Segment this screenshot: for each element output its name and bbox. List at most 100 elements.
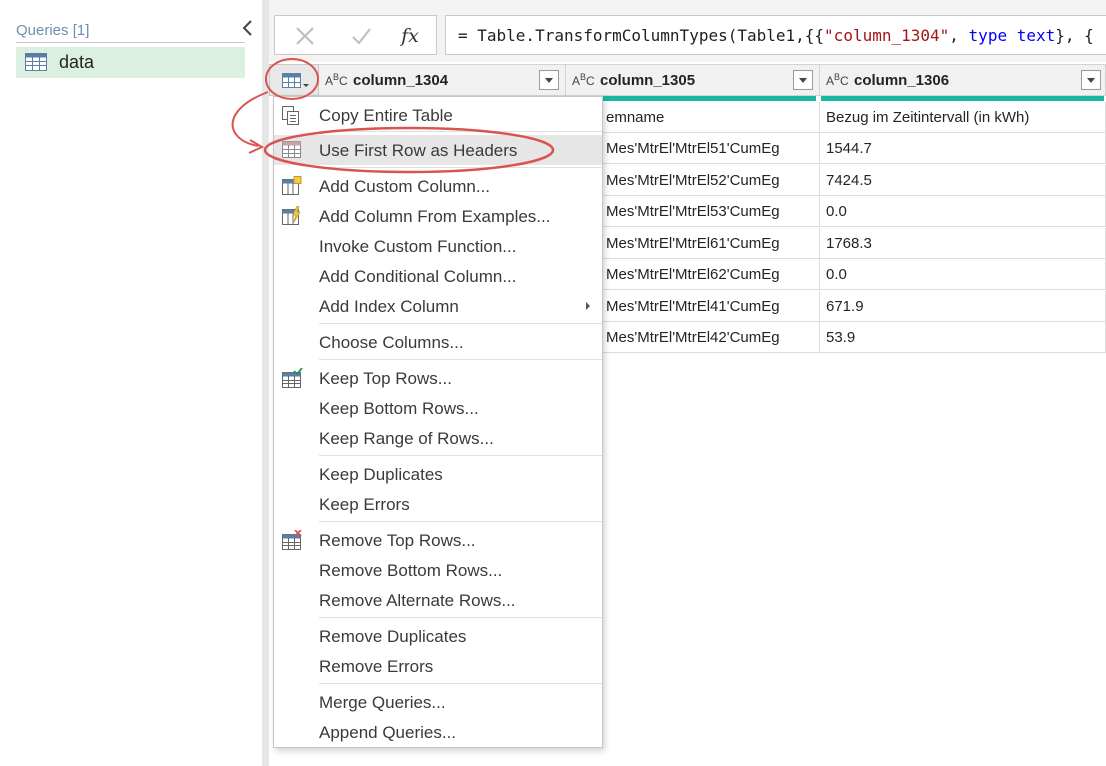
pane-splitter[interactable]: [262, 0, 269, 766]
menu-item-label: Remove Top Rows...: [319, 531, 476, 550]
menu-item-label: Invoke Custom Function...: [319, 237, 517, 256]
column-from-examples-icon: [282, 206, 301, 225]
menu-divider: [319, 617, 602, 618]
menu-item-use-first-row-as-headers[interactable]: Use First Row as Headers: [274, 135, 602, 165]
column-filter-dropdown[interactable]: [539, 70, 559, 90]
grid-cell[interactable]: Mes'MtrEl'MtrEl42'CumEg: [600, 322, 820, 353]
menu-item-remove-bottom-rows[interactable]: Remove Bottom Rows...: [274, 555, 602, 585]
column-filter-dropdown[interactable]: [1081, 70, 1101, 90]
menu-item-remove-top-rows[interactable]: Remove Top Rows...: [274, 525, 602, 555]
submenu-arrow-icon: [586, 302, 590, 310]
table-row[interactable]: Mes'MtrEl'MtrEl62'CumEg 0.0: [600, 259, 1106, 290]
menu-item-copy-entire-table[interactable]: Copy Entire Table: [274, 100, 602, 130]
grid-header: ABC column_1304 ABC column_1305 ABC colu…: [269, 64, 1106, 96]
grid-cell[interactable]: Mes'MtrEl'MtrEl61'CumEg: [600, 228, 820, 259]
menu-item-merge-queries[interactable]: Merge Queries...: [274, 687, 602, 717]
confirm-formula-button[interactable]: [341, 20, 381, 52]
menu-item-keep-errors[interactable]: Keep Errors: [274, 489, 602, 519]
menu-item-keep-bottom-rows[interactable]: Keep Bottom Rows...: [274, 393, 602, 423]
grid-cell[interactable]: Mes'MtrEl'MtrEl62'CumEg: [600, 259, 820, 290]
menu-item-label: Remove Alternate Rows...: [319, 591, 516, 610]
grid-cell[interactable]: 671.9: [820, 291, 1106, 322]
table-row[interactable]: Mes'MtrEl'MtrEl61'CumEg 1768.3: [600, 228, 1106, 259]
grid-cell[interactable]: 1544.7: [820, 133, 1106, 164]
table-row[interactable]: emname Bezug im Zeitintervall (in kWh): [600, 102, 1106, 133]
grid-cell[interactable]: emname: [600, 102, 820, 133]
table-menu-button[interactable]: [269, 64, 319, 96]
grid-cell[interactable]: Mes'MtrEl'MtrEl41'CumEg: [600, 291, 820, 322]
formula-text: = Table.TransformColumnTypes(Table1,{{"c…: [458, 26, 1094, 45]
queries-header: Queries [1]: [16, 22, 90, 39]
grid-cell[interactable]: 53.9: [820, 322, 1106, 353]
text-type-icon[interactable]: ABC: [325, 72, 348, 88]
menu-item-label: Add Custom Column...: [319, 177, 491, 196]
table-row[interactable]: Mes'MtrEl'MtrEl53'CumEg 0.0: [600, 196, 1106, 227]
table-row[interactable]: Mes'MtrEl'MtrEl51'CumEg 1544.7: [600, 133, 1106, 164]
query-item-data[interactable]: data: [16, 47, 245, 78]
column-header-1305[interactable]: ABC column_1305: [566, 64, 820, 96]
column-filter-dropdown[interactable]: [793, 70, 813, 90]
menu-item-label: Remove Errors: [319, 657, 434, 676]
menu-item-append-queries[interactable]: Append Queries...: [274, 717, 602, 747]
menu-item-add-index-column[interactable]: Add Index Column: [274, 291, 602, 321]
menu-item-label: Add Column From Examples...: [319, 207, 551, 226]
type-letter: A: [572, 74, 581, 88]
menu-item-add-column-from-examples[interactable]: Add Column From Examples...: [274, 201, 602, 231]
column-header-1306[interactable]: ABC column_1306: [820, 64, 1106, 96]
menu-item-remove-alternate-rows[interactable]: Remove Alternate Rows...: [274, 585, 602, 615]
column-header-1304[interactable]: ABC column_1304: [319, 64, 566, 96]
column-name: column_1306: [854, 72, 950, 89]
menu-item-label: Keep Bottom Rows...: [319, 399, 479, 418]
menu-item-label: Remove Duplicates: [319, 627, 467, 646]
grid-cell[interactable]: Mes'MtrEl'MtrEl51'CumEg: [600, 133, 820, 164]
grid-cell[interactable]: Mes'MtrEl'MtrEl53'CumEg: [600, 196, 820, 227]
grid-cell[interactable]: 0.0: [820, 196, 1106, 227]
type-letter: C: [840, 74, 849, 88]
menu-divider: [319, 167, 602, 168]
x-icon: [296, 27, 314, 45]
formula-segment: = Table.TransformColumnTypes(Table1,{{: [458, 26, 825, 45]
table-menu-icon: [282, 73, 309, 88]
menu-item-keep-top-rows[interactable]: Keep Top Rows...: [274, 363, 602, 393]
menu-divider: [319, 521, 602, 522]
menu-item-add-custom-column[interactable]: Add Custom Column...: [274, 171, 602, 201]
menu-item-keep-duplicates[interactable]: Keep Duplicates: [274, 459, 602, 489]
menu-item-choose-columns[interactable]: Choose Columns...: [274, 327, 602, 357]
formula-keyword: type: [968, 26, 1008, 45]
table-icon: [25, 53, 47, 71]
table-row[interactable]: Mes'MtrEl'MtrEl41'CumEg 671.9: [600, 291, 1106, 322]
menu-item-label: Copy Entire Table: [319, 106, 453, 125]
query-item-label: data: [59, 52, 95, 72]
text-type-icon[interactable]: ABC: [826, 72, 849, 88]
menu-item-label: Use First Row as Headers: [319, 141, 518, 160]
menu-item-remove-errors[interactable]: Remove Errors: [274, 651, 602, 681]
menu-item-remove-duplicates[interactable]: Remove Duplicates: [274, 621, 602, 651]
table-row[interactable]: Mes'MtrEl'MtrEl52'CumEg 7424.5: [600, 165, 1106, 196]
grid-cell[interactable]: 0.0: [820, 259, 1106, 290]
text-type-icon[interactable]: ABC: [572, 72, 595, 88]
collapse-pane-button[interactable]: [240, 18, 256, 38]
column-name: column_1305: [600, 72, 696, 89]
menu-divider: [319, 359, 602, 360]
use-headers-icon: [282, 141, 301, 158]
table-row[interactable]: Mes'MtrEl'MtrEl42'CumEg 53.9: [600, 322, 1106, 353]
grid-cell[interactable]: 7424.5: [820, 165, 1106, 196]
type-letter: C: [586, 74, 595, 88]
queries-pane: [0, 0, 262, 766]
formula-keyword: text: [1016, 26, 1056, 45]
cancel-formula-button[interactable]: [285, 20, 325, 52]
menu-item-add-conditional-column[interactable]: Add Conditional Column...: [274, 261, 602, 291]
fx-button[interactable]: fx: [390, 20, 430, 52]
menu-item-invoke-custom-function[interactable]: Invoke Custom Function...: [274, 231, 602, 261]
menu-item-label: Keep Range of Rows...: [319, 429, 494, 448]
grid-cell[interactable]: Bezug im Zeitintervall (in kWh): [820, 102, 1106, 133]
grid-cell[interactable]: 1768.3: [820, 228, 1106, 259]
menu-item-label: Add Conditional Column...: [319, 267, 517, 286]
formula-segment: }, {: [1055, 26, 1094, 45]
remove-rows-icon: [282, 530, 302, 550]
grid-cell[interactable]: Mes'MtrEl'MtrEl52'CumEg: [600, 165, 820, 196]
formula-input[interactable]: = Table.TransformColumnTypes(Table1,{{"c…: [445, 15, 1106, 55]
formula-segment: [1007, 26, 1017, 45]
chevron-left-icon: [242, 20, 252, 36]
menu-item-keep-range-of-rows[interactable]: Keep Range of Rows...: [274, 423, 602, 453]
